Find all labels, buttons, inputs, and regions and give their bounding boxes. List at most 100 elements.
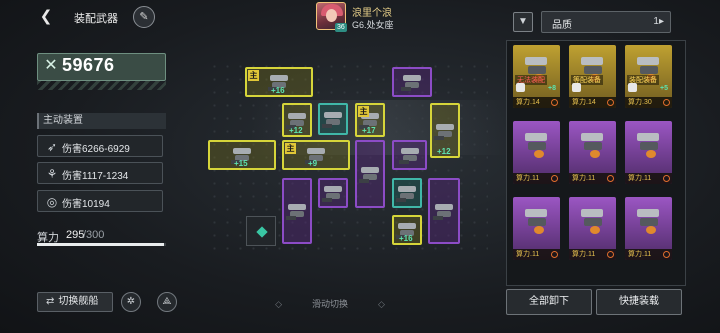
inventory-card[interactable]: 算力.11 [569, 197, 616, 260]
equipment-slot[interactable] [428, 178, 460, 244]
switch-ship-label: 切换舰船 [58, 296, 99, 307]
equipment-slot[interactable]: +12 [430, 103, 460, 158]
equipment-slot[interactable] [318, 103, 348, 135]
core-node[interactable] [246, 216, 276, 246]
inventory-card[interactable]: 算力.11 [625, 121, 672, 184]
switch-ship-button[interactable]: ⇄ 切换舰船 [37, 292, 113, 312]
crossed-swords-icon: ✕ [44, 57, 58, 74]
capacity-bar-fill [37, 243, 164, 246]
inventory-card[interactable]: 装配装备 +5 算力.30 [625, 45, 672, 108]
equipment-slot[interactable]: 主 +17 [355, 103, 385, 137]
stat-row-claw[interactable]: ⚘ 伤害1117-1234 [37, 162, 163, 184]
weapon-module-icon [522, 205, 551, 235]
equipment-slot[interactable]: +12 [282, 103, 312, 137]
equipment-slot[interactable] [318, 178, 348, 208]
quick-equip-button[interactable]: 快捷装载 [596, 289, 682, 315]
card-power-text: 算力.11 [628, 175, 652, 182]
capacity-bar [37, 243, 166, 246]
inventory-card[interactable]: 算力.11 [569, 121, 616, 184]
claw-icon: ⚘ [46, 167, 58, 181]
card-power-text: 算力.11 [516, 175, 540, 182]
emblem-button[interactable]: ⟁ [157, 292, 177, 312]
weapon-module-icon [578, 205, 607, 235]
card-power: 算力.11 [513, 249, 560, 260]
diamond-icon [256, 226, 268, 238]
equipment-slot[interactable]: +15 [208, 140, 276, 170]
card-power: 算力.11 [569, 173, 616, 184]
weapon-module-icon [634, 129, 663, 159]
card-bonus: +8 [548, 85, 556, 92]
slot-bonus: +15 [234, 159, 248, 168]
inventory-card[interactable]: 无法装配 +8 算力.14 [513, 45, 560, 108]
filter-button[interactable]: ▼ [513, 12, 533, 32]
skill-button[interactable]: ✲ [121, 292, 141, 312]
weapon-module-icon [522, 129, 551, 159]
card-power-text: 算力.11 [572, 175, 596, 182]
equipment-slot[interactable]: 主 +9 [282, 140, 350, 170]
power-hatch-decoration [37, 81, 166, 90]
inventory-card[interactable]: 算力.11 [625, 197, 672, 260]
slot-bonus: +16 [399, 234, 413, 243]
card-power-text: 算力.14 [516, 99, 540, 106]
capacity-current: 295 [66, 229, 85, 241]
target-icon: ◎ [46, 195, 58, 209]
card-power: 算力.11 [569, 249, 616, 260]
gear-icon [551, 251, 558, 258]
card-power: 算力.14 [569, 97, 616, 108]
card-power-text: 算力.11 [572, 251, 596, 258]
slot-bonus: +17 [362, 126, 376, 135]
page-title: 装配武器 [74, 13, 118, 25]
weapon-module-icon [322, 109, 344, 129]
stat-text: 伤害6266-6929 [62, 144, 130, 155]
left-chevron-icon: ◇ [275, 299, 282, 309]
equipment-slot[interactable] [392, 178, 422, 208]
gear-icon [551, 175, 558, 182]
weapon-module-icon [359, 164, 381, 184]
weapon-module-icon [398, 145, 421, 165]
stat-text: 伤害1117-1234 [62, 171, 129, 182]
pen-icon: ✎ [139, 11, 149, 23]
avatar-face [326, 9, 337, 22]
slot-bonus: +12 [437, 147, 451, 156]
swipe-hint: ◇ 滑动切换 ◇ [240, 297, 420, 310]
slot-bonus: +16 [271, 86, 285, 95]
back-button[interactable]: ❮ [38, 9, 54, 25]
card-power: 算力.30 [625, 97, 672, 108]
equipment-slot[interactable] [355, 140, 385, 208]
card-power-text: 算力.30 [628, 99, 652, 106]
card-power-text: 算力.11 [516, 251, 540, 258]
inventory-card[interactable]: 等配装备 算力.14 [569, 45, 616, 108]
unequip-all-button[interactable]: 全部卸下 [506, 289, 592, 315]
quality-label: 品质 [552, 20, 572, 31]
weapon-module-icon [396, 183, 418, 203]
checkbox-icon [628, 83, 637, 92]
missile-icon: ➶ [46, 140, 58, 154]
gear-icon [663, 99, 670, 106]
quality-select[interactable]: 品质 1▸ [541, 11, 671, 33]
equipment-slot[interactable] [392, 140, 427, 170]
player-name: 浪里个浪 [352, 8, 392, 19]
right-chevron-icon: ◇ [378, 299, 385, 309]
active-equipment-title: 主动装置 [37, 113, 166, 129]
gear-icon [607, 251, 614, 258]
emblem-icon: ⟁ [162, 296, 172, 307]
gear-icon [607, 175, 614, 182]
equipment-slot[interactable] [282, 178, 312, 244]
equipment-slot[interactable]: 主 +16 [245, 67, 313, 97]
card-power: 算力.11 [625, 249, 672, 260]
card-power: 算力.11 [625, 173, 672, 184]
combat-power-value: 59676 [62, 55, 115, 75]
equipment-slot[interactable] [392, 67, 432, 97]
stat-row-missile[interactable]: ➶ 伤害6266-6929 [37, 135, 163, 157]
weapon-module-icon [286, 201, 308, 221]
back-arrow-icon: ❮ [39, 8, 53, 25]
wing-icon: ✲ [126, 296, 136, 307]
inventory-card[interactable]: 算力.11 [513, 197, 560, 260]
inventory-card[interactable]: 算力.11 [513, 121, 560, 184]
edit-button[interactable]: ✎ [133, 6, 155, 28]
stat-row-target[interactable]: ◎ 伤害10194 [37, 190, 163, 212]
stat-text: 伤害10194 [62, 199, 110, 210]
card-power: 算力.11 [513, 173, 560, 184]
filter-icon: ▼ [518, 16, 528, 27]
equipment-slot[interactable]: +16 [392, 215, 422, 245]
